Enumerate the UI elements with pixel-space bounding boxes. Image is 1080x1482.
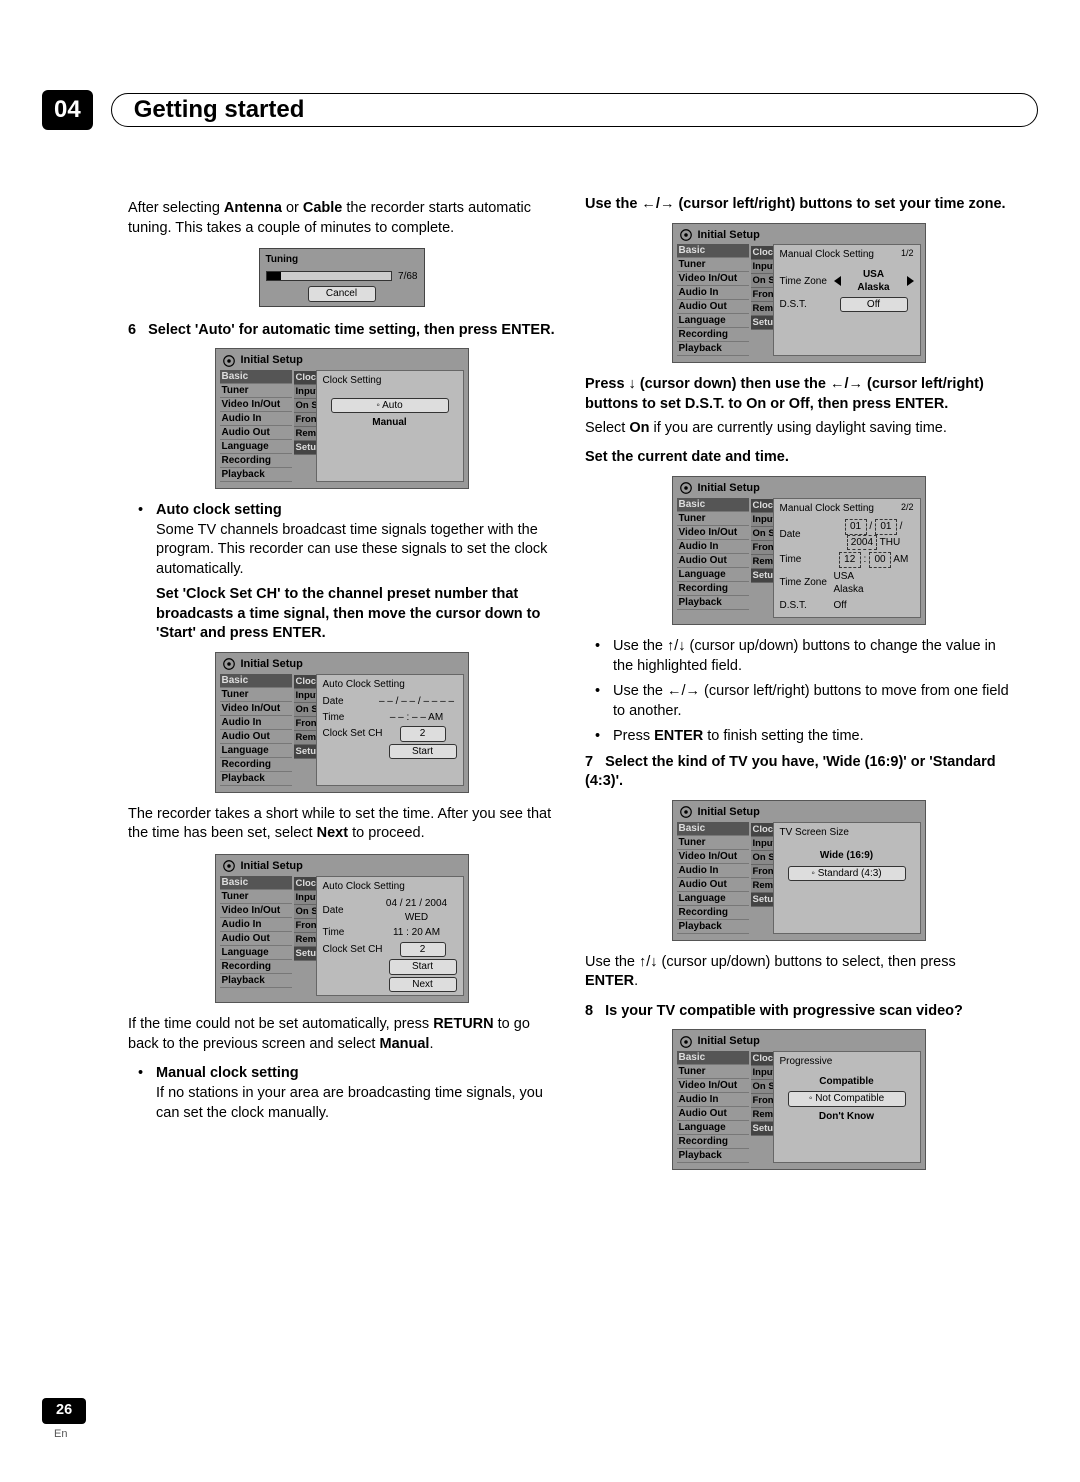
chapter-title: Getting started <box>134 94 305 126</box>
setup-icon <box>222 657 236 671</box>
prog-compat-option[interactable]: Compatible <box>819 1076 873 1087</box>
dst-off-pill[interactable]: Off <box>840 297 908 313</box>
tuning-title: Tuning <box>266 253 418 267</box>
date-month-field[interactable]: 01 <box>845 519 867 535</box>
chapter-header: 04 Getting started <box>42 90 1038 130</box>
left-column: After selecting Antenna or Cable the rec… <box>128 195 555 1182</box>
p2: The recorder takes a short while to set … <box>128 805 555 844</box>
osd-clock-setting: Initial Setup BasicTunerVideo In/OutAudi… <box>215 348 469 489</box>
setup-icon <box>679 228 693 242</box>
setup-icon <box>222 354 236 368</box>
setup-icon <box>222 859 236 873</box>
chapter-number: 04 <box>42 90 93 130</box>
date-year-field[interactable]: 2004 <box>847 535 877 551</box>
setup-icon <box>679 481 693 495</box>
osd-tv-size: Initial Setup BasicTunerVideo In/OutAudi… <box>672 800 926 941</box>
clock-manual-option[interactable]: Manual <box>372 416 406 430</box>
auto-next-button[interactable]: Next <box>389 977 457 993</box>
setup-icon <box>679 1035 693 1049</box>
osd-left-menu: BasicTunerVideo In/OutAudio InAudio OutL… <box>220 370 292 482</box>
auto-start-button[interactable]: Start <box>389 744 457 760</box>
step-6-heading: 6Select 'Auto' for automatic time settin… <box>128 321 555 341</box>
setdate-heading: Set the current date and time. <box>585 448 1012 468</box>
dst-heading: Press ↓ (cursor down) then use the ←/→ (… <box>585 375 1012 414</box>
tuning-count: 7/68 <box>398 270 417 284</box>
arrow-left-icon[interactable] <box>834 276 841 286</box>
tuning-cancel-button[interactable]: Cancel <box>308 286 376 302</box>
step-7-heading: 7Select the kind of TV you have, 'Wide (… <box>585 753 1012 792</box>
right-column: Use the ←/→ (cursor left/right) buttons … <box>585 195 1012 1182</box>
on-text: Select On if you are currently using day… <box>585 419 1012 439</box>
time-hour-field[interactable]: 12 <box>839 552 861 568</box>
intro-text: After selecting Antenna or Cable the rec… <box>128 199 555 238</box>
press-enter-bullet: Press ENTER to finish setting the time. <box>585 727 1012 747</box>
tuning-osd: Tuning 7/68 Cancel <box>259 248 425 307</box>
set-clock-ch-instr: Set 'Clock Set CH' to the channel preset… <box>128 585 555 644</box>
date-day-field[interactable]: 01 <box>875 519 897 535</box>
prog-dontknow-option[interactable]: Don't Know <box>819 1110 874 1124</box>
clock-auto-option[interactable]: Auto <box>331 398 449 414</box>
auto-clock-bullet: Auto clock setting Some TV channels broa… <box>128 501 555 579</box>
page-number: 26 <box>42 1398 86 1424</box>
tz-heading: Use the ←/→ (cursor left/right) buttons … <box>585 195 1012 215</box>
cursor-leftright-bullet: Use the ←/→ (cursor left/right) buttons … <box>585 682 1012 721</box>
clock-set-ch-2[interactable]: 2 <box>400 942 446 958</box>
chapter-title-wrap: Getting started <box>111 93 1038 127</box>
cursor-updown-bullet: Use the ↑/↓ (cursor up/down) buttons to … <box>585 637 1012 676</box>
osd-manual-date: Initial Setup BasicTunerVideo In/OutAudi… <box>672 476 926 625</box>
osd-auto-clock-before: Initial Setup BasicTunerVideo In/OutAudi… <box>215 652 469 793</box>
lang-code: En <box>54 1427 67 1442</box>
clock-set-ch[interactable]: 2 <box>400 726 446 742</box>
auto-start-button-2[interactable]: Start <box>389 959 457 975</box>
prog-notcompat-option[interactable]: Not Compatible <box>788 1091 906 1107</box>
osd-manual-tz: Initial Setup BasicTunerVideo In/OutAudi… <box>672 223 926 364</box>
p3: If the time could not be set automatical… <box>128 1015 555 1054</box>
time-min-field[interactable]: 00 <box>869 552 891 568</box>
osd-progressive: Initial Setup BasicTunerVideo In/OutAudi… <box>672 1029 926 1170</box>
tv-select-text: Use the ↑/↓ (cursor up/down) buttons to … <box>585 953 1012 992</box>
tv-wide-option[interactable]: Wide (16:9) <box>820 850 873 861</box>
step-8-heading: 8Is your TV compatible with progressive … <box>585 1002 1012 1022</box>
setup-icon <box>679 805 693 819</box>
arrow-right-icon[interactable] <box>907 276 914 286</box>
tv-standard-option[interactable]: Standard (4:3) <box>788 866 906 882</box>
osd-auto-clock-after: Initial Setup BasicTunerVideo In/OutAudi… <box>215 854 469 1003</box>
manual-clock-bullet: Manual clock setting If no stations in y… <box>128 1064 555 1123</box>
tuning-progress <box>266 271 393 281</box>
